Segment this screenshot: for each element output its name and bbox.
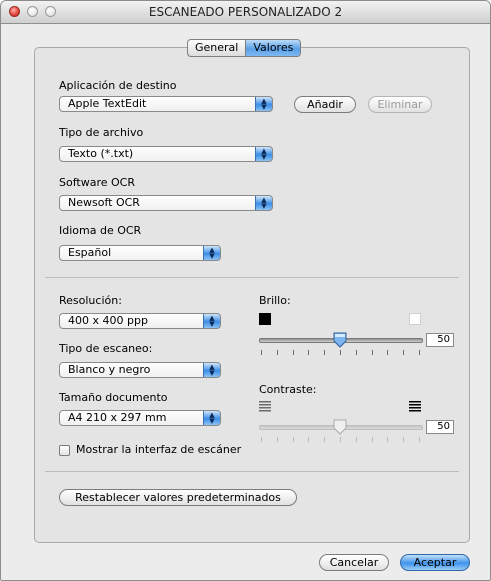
accept-button[interactable]: Aceptar xyxy=(400,554,470,571)
window-title: ESCANEADO PERSONALIZADO 2 xyxy=(148,5,343,19)
contrast-value-field[interactable]: 50 xyxy=(426,420,454,434)
dark-swatch-icon xyxy=(259,313,271,325)
slider-tick xyxy=(356,350,357,355)
high-contrast-icon xyxy=(409,401,421,412)
popup-arrows-icon: ▲ ▼ xyxy=(203,314,220,328)
destination-popup[interactable]: Apple TextEdit ▲ ▼ xyxy=(59,96,273,112)
slider-tick xyxy=(403,437,404,442)
ocr-language-popup[interactable]: Español ▲ ▼ xyxy=(59,245,221,261)
slider-tick xyxy=(293,350,294,355)
ocr-language-label: Idioma de OCR xyxy=(59,224,142,237)
brightness-label: Brillo: xyxy=(259,294,291,307)
brightness-tick-marks xyxy=(259,350,423,355)
scan-type-value: Blanco y negro xyxy=(68,363,151,376)
popup-arrows-icon: ▲ ▼ xyxy=(203,246,220,260)
slider-tick xyxy=(419,437,420,442)
destination-label: Aplicación de destino xyxy=(59,79,177,92)
popup-arrows-icon: ▲ ▼ xyxy=(203,411,220,425)
section-divider xyxy=(45,471,459,472)
contrast-label: Contraste: xyxy=(259,383,317,396)
slider-tick xyxy=(356,437,357,442)
brightness-slider-knob[interactable] xyxy=(333,332,347,348)
low-contrast-icon xyxy=(259,401,271,412)
scan-type-popup[interactable]: Blanco y negro ▲ ▼ xyxy=(59,362,221,378)
slider-tick xyxy=(261,437,262,442)
slider-tick xyxy=(308,437,309,442)
slider-tick xyxy=(340,437,341,442)
slider-tick xyxy=(261,350,262,355)
slider-tick xyxy=(419,350,420,355)
slider-tick xyxy=(293,437,294,442)
document-size-popup[interactable]: A4 210 x 297 mm ▲ ▼ xyxy=(59,410,221,426)
ocr-language-value: Español xyxy=(68,246,112,259)
tab-general[interactable]: General xyxy=(188,40,245,56)
file-type-popup[interactable]: Texto (*.txt) ▲ ▼ xyxy=(59,146,273,162)
slider-tick xyxy=(277,437,278,442)
contrast-tick-marks xyxy=(259,437,423,442)
settings-panel: Aplicación de destino Apple TextEdit ▲ ▼ … xyxy=(34,47,470,543)
document-size-label: Tamaño documento xyxy=(59,391,168,404)
section-divider xyxy=(45,277,459,278)
document-size-value: A4 210 x 297 mm xyxy=(68,411,167,424)
remove-button[interactable]: Eliminar xyxy=(368,96,432,113)
slider-tick xyxy=(340,350,341,355)
ocr-software-value: Newsoft OCR xyxy=(68,196,140,209)
dialog-window: ESCANEADO PERSONALIZADO 2 General Valore… xyxy=(0,0,491,581)
tab-bar: General Valores xyxy=(187,39,302,57)
contrast-slider-knob[interactable] xyxy=(333,419,347,435)
tab-valores[interactable]: Valores xyxy=(245,40,301,56)
slider-tick xyxy=(387,350,388,355)
slider-tick xyxy=(372,437,373,442)
brightness-value-field[interactable]: 50 xyxy=(426,333,454,347)
slider-tick xyxy=(403,350,404,355)
popup-arrows-icon: ▲ ▼ xyxy=(255,147,272,161)
light-swatch-icon xyxy=(409,313,421,325)
cancel-button[interactable]: Cancelar xyxy=(319,554,389,571)
popup-arrows-icon: ▲ ▼ xyxy=(255,97,272,111)
show-interface-label: Mostrar la interfaz de escáner xyxy=(76,443,242,456)
file-type-label: Tipo de archivo xyxy=(59,126,144,139)
slider-tick xyxy=(308,350,309,355)
ocr-software-popup[interactable]: Newsoft OCR ▲ ▼ xyxy=(59,195,273,211)
add-button[interactable]: Añadir xyxy=(294,96,356,113)
resolution-label: Resolución: xyxy=(59,294,122,307)
popup-arrows-icon: ▲ ▼ xyxy=(255,196,272,210)
destination-value: Apple TextEdit xyxy=(68,97,147,110)
resolution-value: 400 x 400 ppp xyxy=(68,314,148,327)
slider-tick xyxy=(277,350,278,355)
reset-defaults-button[interactable]: Restablecer valores predeterminados xyxy=(59,489,297,506)
slider-tick xyxy=(372,350,373,355)
ocr-software-label: Software OCR xyxy=(59,176,135,189)
file-type-value: Texto (*.txt) xyxy=(68,147,134,160)
slider-tick xyxy=(324,437,325,442)
scan-type-label: Tipo de escaneo: xyxy=(59,342,153,355)
popup-arrows-icon: ▲ ▼ xyxy=(203,363,220,377)
slider-tick xyxy=(387,437,388,442)
show-interface-checkbox[interactable] xyxy=(59,445,70,456)
title-bar[interactable]: ESCANEADO PERSONALIZADO 2 xyxy=(1,1,490,24)
resolution-popup[interactable]: 400 x 400 ppp ▲ ▼ xyxy=(59,313,221,329)
slider-tick xyxy=(324,350,325,355)
